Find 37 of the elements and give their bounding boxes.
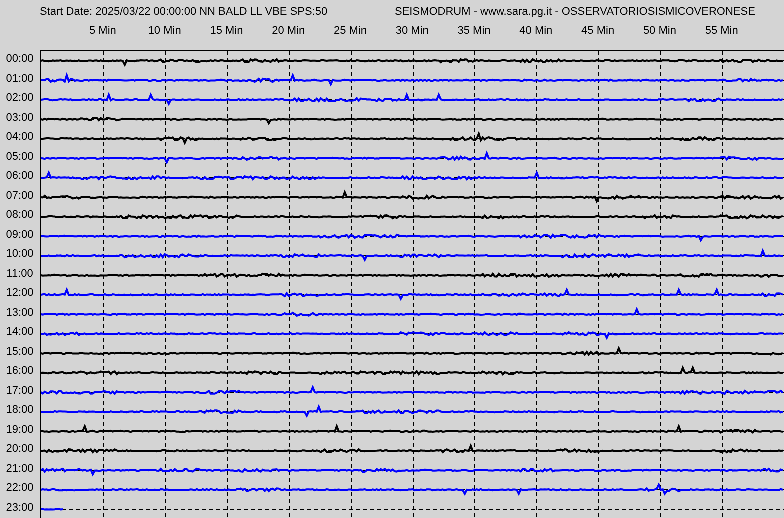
minute-label: 20 Min xyxy=(271,25,306,37)
hour-label: 21:00 xyxy=(5,462,35,476)
minute-label: 5 Min xyxy=(88,25,118,37)
hour-label: 04:00 xyxy=(5,130,35,145)
hour-label: 14:00 xyxy=(5,325,35,340)
hour-label: 07:00 xyxy=(5,188,35,204)
hour-label: 13:00 xyxy=(5,306,35,320)
minute-label: 25 Min xyxy=(332,25,368,37)
hour-label: 12:00 xyxy=(5,286,35,301)
hour-label: 01:00 xyxy=(5,72,35,86)
hour-label: 23:00 xyxy=(5,500,35,516)
hour-label: 03:00 xyxy=(5,110,35,126)
hour-label: 00:00 xyxy=(5,52,35,67)
minute-label: 50 Min xyxy=(642,25,678,37)
hour-label: 06:00 xyxy=(5,169,35,184)
hour-label: 16:00 xyxy=(5,364,35,379)
minute-label: 15 Min xyxy=(209,25,244,37)
hour-label: 19:00 xyxy=(5,422,35,438)
source-label: SEISMODRUM - www.sara.pg.it - OSSERVATORIOSISMICOVERONESE xyxy=(395,6,756,18)
hour-label: 15:00 xyxy=(5,344,35,360)
hour-label: 08:00 xyxy=(5,208,35,223)
hour-label: 09:00 xyxy=(5,228,35,242)
minute-label: 10 Min xyxy=(147,25,182,37)
hour-label: 11:00 xyxy=(6,266,34,282)
minute-label: 35 Min xyxy=(456,25,492,37)
minute-label: 30 Min xyxy=(394,25,430,37)
minute-label: 45 Min xyxy=(580,25,616,37)
hour-label: 17:00 xyxy=(5,384,35,398)
hour-label: 10:00 xyxy=(5,247,35,262)
hour-label: 22:00 xyxy=(5,481,35,496)
hour-label: 05:00 xyxy=(5,150,35,164)
hour-label: 18:00 xyxy=(5,403,35,418)
hour-label: 02:00 xyxy=(5,91,35,106)
minute-label: 55 Min xyxy=(704,25,740,37)
minute-label: 40 Min xyxy=(518,25,554,37)
chart-title: Start Date: 2025/03/22 00:00:00 NN BALD LL VBE SPS:50 xyxy=(40,6,329,18)
hour-label: 20:00 xyxy=(5,442,35,457)
